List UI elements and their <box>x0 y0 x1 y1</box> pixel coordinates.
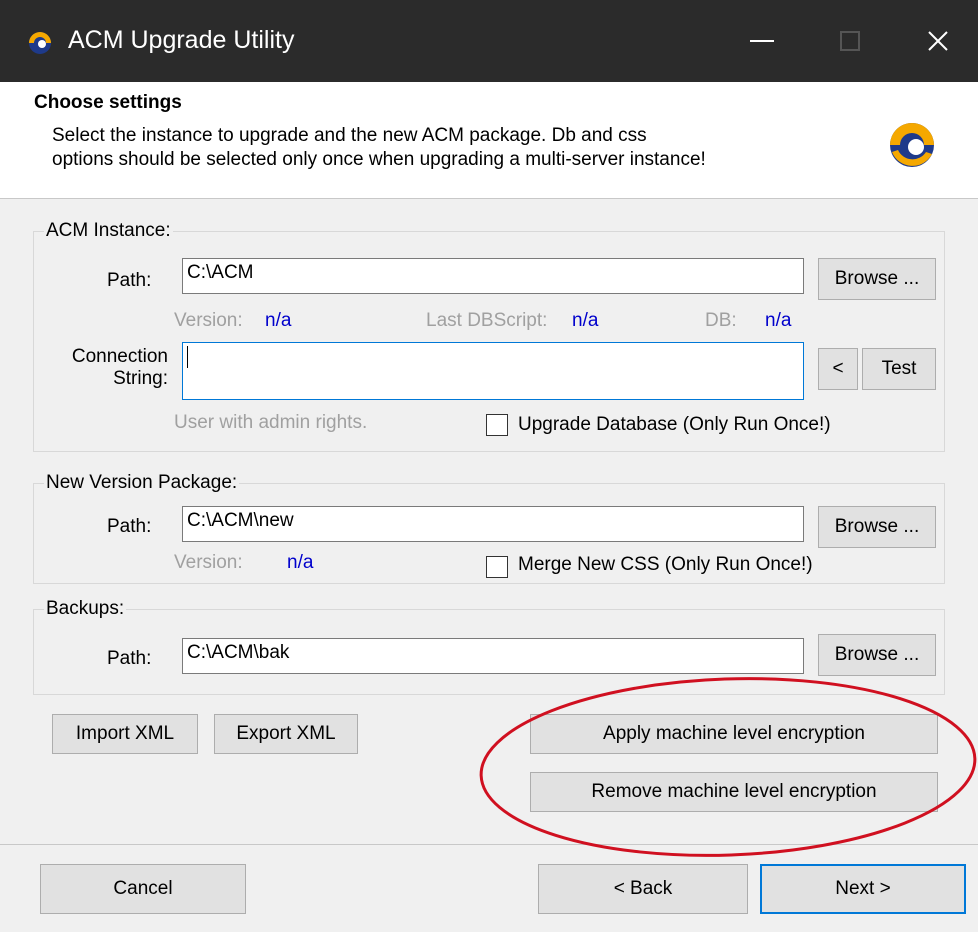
back-button[interactable]: < Back <box>538 864 748 914</box>
maximize-button[interactable] <box>806 0 894 82</box>
remove-encryption-button[interactable]: Remove machine level encryption <box>530 772 938 812</box>
last-dbscript-value: n/a <box>572 310 599 331</box>
footer-separator <box>0 844 978 845</box>
wizard-header: Choose settings Select the instance to u… <box>0 82 978 199</box>
test-connection-button[interactable]: Test <box>862 348 936 390</box>
acm-instance-legend: ACM Instance: <box>46 220 171 241</box>
minimize-icon <box>750 40 774 42</box>
text-caret <box>187 346 188 368</box>
page-description: Select the instance to upgrade and the n… <box>52 124 852 172</box>
backups-path-label: Path: <box>107 648 152 669</box>
connection-label-line-1: Connection <box>71 346 168 367</box>
apply-encryption-button[interactable]: Apply machine level encryption <box>530 714 938 754</box>
instance-path-label: Path: <box>107 270 152 291</box>
new-version-version-value: n/a <box>287 552 314 573</box>
backups-legend: Backups: <box>46 598 125 619</box>
instance-version-label: Version: <box>174 310 243 331</box>
window-title: ACM Upgrade Utility <box>68 26 295 54</box>
instance-path-input[interactable]: C:\ACM <box>182 258 804 294</box>
connection-label-line-2: String: <box>113 368 168 389</box>
new-version-browse-button[interactable]: Browse ... <box>818 506 936 548</box>
upgrade-database-label[interactable]: Upgrade Database (Only Run Once!) <box>518 414 831 436</box>
description-line-1: Select the instance to upgrade and the n… <box>52 125 647 146</box>
new-version-path-input[interactable]: C:\ACM\new <box>182 506 804 542</box>
admin-rights-hint: User with admin rights. <box>174 412 368 433</box>
new-version-path-label: Path: <box>107 516 152 537</box>
backups-path-input[interactable]: C:\ACM\bak <box>182 638 804 674</box>
connection-string-label: Connection String: <box>58 346 168 390</box>
page-title: Choose settings <box>34 92 182 113</box>
minimize-button[interactable] <box>718 0 806 82</box>
dialog-window: ACM Upgrade Utility Choose settings Sele… <box>0 0 978 932</box>
import-xml-button[interactable]: Import XML <box>52 714 198 754</box>
description-line-2: options should be selected only once whe… <box>52 149 706 170</box>
title-bar[interactable]: ACM Upgrade Utility <box>0 0 978 82</box>
new-version-version-label: Version: <box>174 552 243 573</box>
merge-css-checkbox[interactable] <box>486 556 508 578</box>
merge-css-label[interactable]: Merge New CSS (Only Run Once!) <box>518 554 813 576</box>
close-icon <box>928 31 948 51</box>
upgrade-database-checkbox[interactable] <box>486 414 508 436</box>
connection-builder-button[interactable]: < <box>818 348 858 390</box>
last-dbscript-label: Last DBScript: <box>426 310 548 331</box>
app-icon <box>29 32 51 54</box>
maximize-icon <box>840 31 860 51</box>
acm-logo-icon <box>890 123 934 167</box>
export-xml-button[interactable]: Export XML <box>214 714 358 754</box>
connection-string-input[interactable] <box>182 342 804 400</box>
close-button[interactable] <box>894 0 978 82</box>
new-version-legend: New Version Package: <box>46 472 238 493</box>
instance-browse-button[interactable]: Browse ... <box>818 258 936 300</box>
db-label: DB: <box>705 310 737 331</box>
instance-version-value: n/a <box>265 310 292 331</box>
next-button[interactable]: Next > <box>760 864 966 914</box>
backups-browse-button[interactable]: Browse ... <box>818 634 936 676</box>
cancel-button[interactable]: Cancel <box>40 864 246 914</box>
db-value: n/a <box>765 310 792 331</box>
